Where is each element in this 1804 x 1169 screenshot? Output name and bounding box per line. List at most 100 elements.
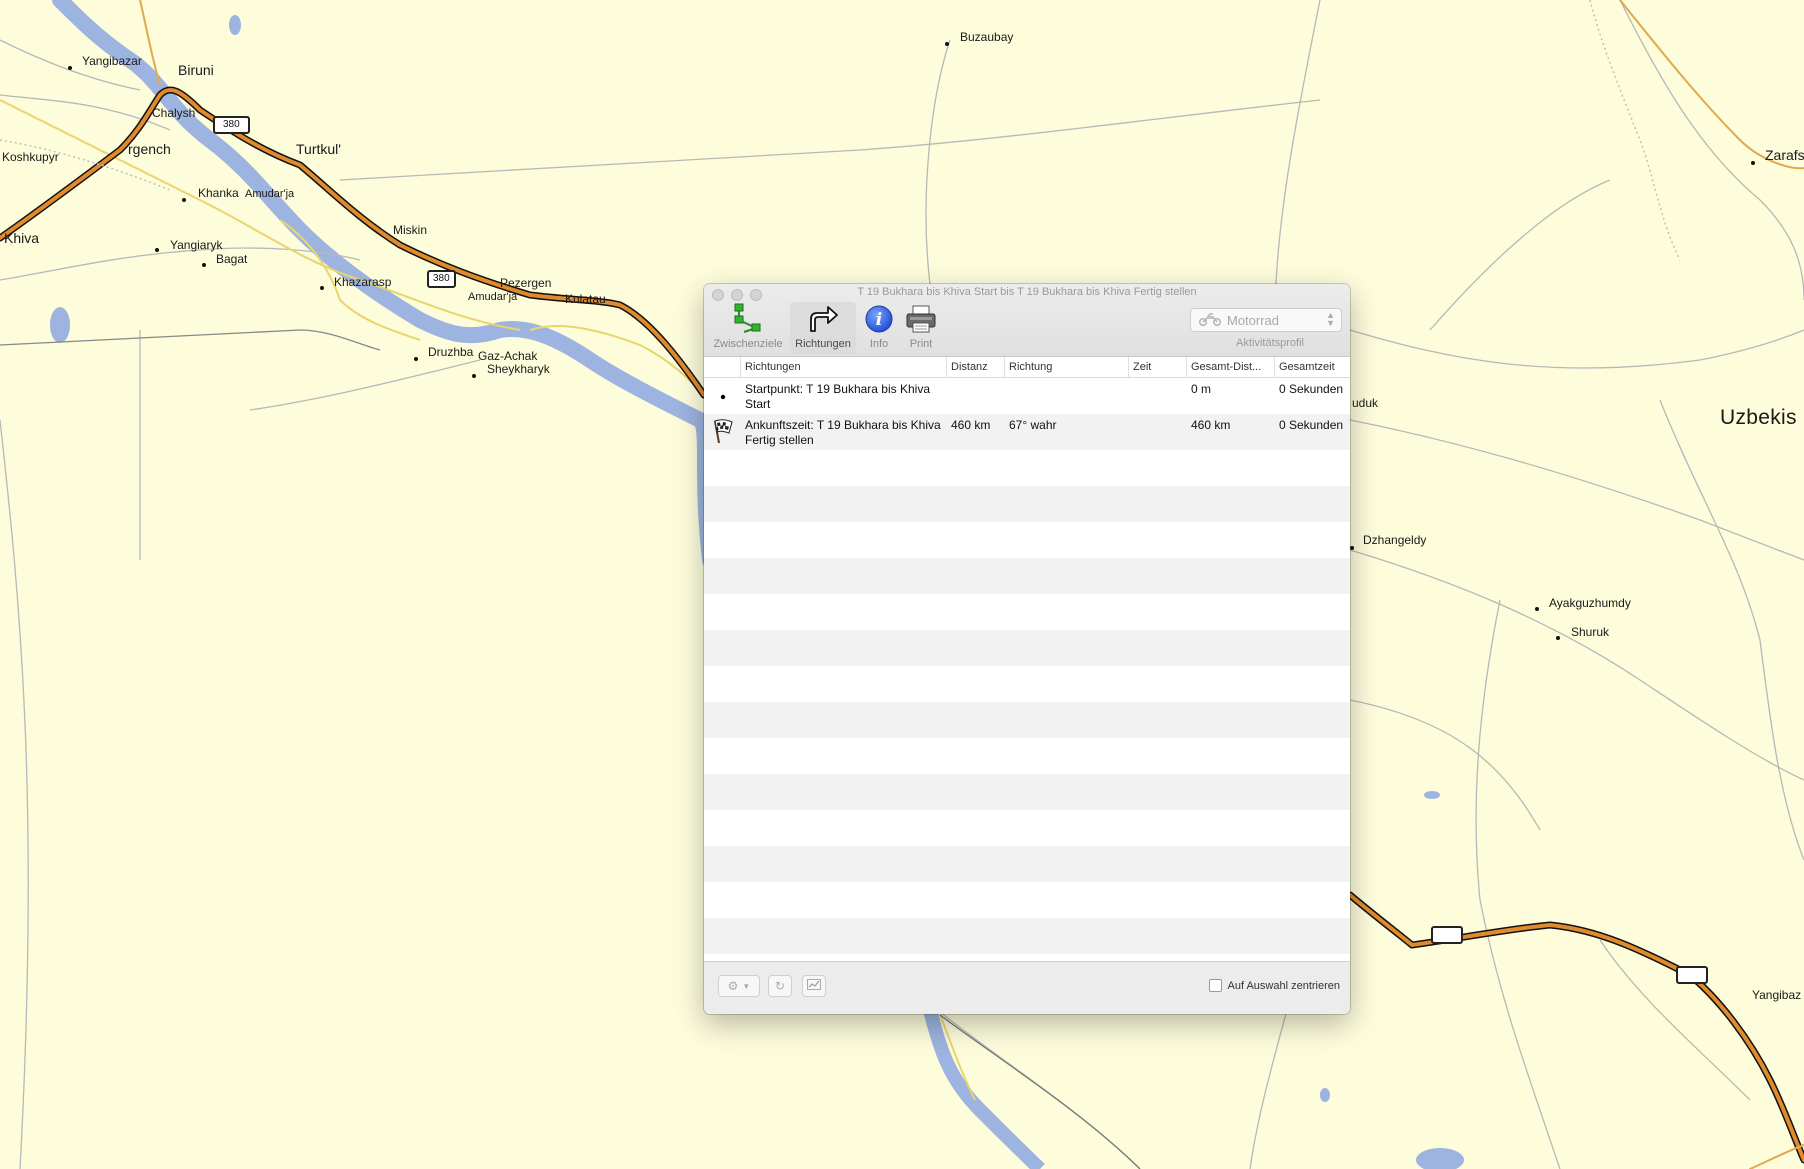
minor-road	[1349, 549, 1804, 781]
place-label-khiva[interactable]: Khiva	[4, 230, 39, 246]
refresh-icon: ↻	[774, 979, 786, 993]
column-header-total-time[interactable]: Gesamtzeit	[1275, 357, 1350, 377]
place-label-yangiaryk[interactable]: Yangiaryk	[170, 238, 222, 252]
bottom-bar: ⚙ ▼ ↻ Auf Auswahl zentrieren	[704, 961, 1350, 1014]
directions-table[interactable]: Richtungen Distanz Richtung Zeit Gesamt-…	[704, 357, 1350, 961]
place-label-koshkupyr[interactable]: Koshkupyr	[2, 150, 59, 164]
place-label-pezergen[interactable]: Pezergen	[500, 276, 551, 290]
road-shield[interactable]: 380	[213, 116, 250, 134]
empty-row	[704, 774, 1350, 810]
secondary-road	[0, 99, 521, 331]
place-label-khanka[interactable]: Khanka	[198, 186, 239, 200]
elevation-profile-button[interactable]	[802, 975, 826, 997]
lake	[229, 15, 241, 35]
city-dot	[155, 248, 159, 252]
place-label-buzaubay[interactable]: Buzaubay	[960, 30, 1013, 44]
city-dot	[1556, 636, 1560, 640]
city-dot	[1535, 607, 1539, 611]
refresh-button[interactable]: ↻	[768, 975, 792, 997]
road-orange	[1749, 1144, 1804, 1169]
column-header-time[interactable]: Zeit	[1129, 357, 1187, 377]
column-header-icon[interactable]	[704, 357, 741, 377]
place-label-druzhba[interactable]: Druzhba	[428, 345, 473, 359]
chevron-down-icon: ▼	[742, 981, 751, 991]
place-label-gaz-achak[interactable]: Gaz-Achak	[478, 349, 537, 363]
activity-profile-select[interactable]: Motorrad ▲ ▼	[1190, 308, 1342, 332]
toolbar-info-button[interactable]: i Info	[858, 302, 900, 354]
row-direction: Startpunkt: T 19 Bukhara bis Khiva Start	[745, 382, 930, 411]
minor-road	[339, 99, 1321, 181]
row-total-time: 0 Sekunden	[1279, 418, 1344, 432]
road-shield[interactable]	[1676, 966, 1708, 984]
place-label-amudarja-2[interactable]: Amudar'ja	[468, 291, 517, 303]
minor-road	[1349, 329, 1804, 369]
row-total-time: 0 Sekunden	[1279, 382, 1344, 396]
place-label-yangibazar[interactable]: Yangibazar	[82, 54, 142, 68]
place-label-khazarasp[interactable]: Khazarasp	[334, 275, 391, 289]
minor-road	[1475, 599, 1561, 1169]
place-label-uzbekis[interactable]: Uzbekis	[1720, 406, 1797, 430]
empty-row	[704, 810, 1350, 846]
road-shield[interactable]: 380	[427, 270, 456, 288]
lake	[1416, 1148, 1464, 1169]
toolbar-directions-button[interactable]: Richtungen	[790, 302, 856, 354]
lake	[1320, 1088, 1330, 1102]
motorcycle-icon	[1198, 312, 1222, 329]
place-label-uduk[interactable]: uduk	[1352, 396, 1378, 410]
city-dot	[1751, 161, 1755, 165]
toolbar-print-button[interactable]: Print	[900, 302, 942, 354]
railway	[1589, 0, 1681, 261]
toolbar-directions-label: Richtungen	[795, 338, 851, 350]
place-label-sheykharyk[interactable]: Sheykharyk	[487, 362, 550, 376]
row-heading: 67° wahr	[1009, 418, 1057, 432]
city-dot	[320, 286, 324, 290]
city-dot	[414, 357, 418, 361]
empty-row	[704, 450, 1350, 486]
activity-profile-value: Motorrad	[1227, 312, 1280, 328]
column-header-distance[interactable]: Distanz	[947, 357, 1005, 377]
minor-road	[249, 359, 481, 411]
place-label-miskin[interactable]: Miskin	[393, 223, 427, 237]
center-on-selection-toggle[interactable]: Auf Auswahl zentrieren	[1209, 979, 1340, 992]
column-header-heading[interactable]: Richtung	[1005, 357, 1129, 377]
place-label-chalysh[interactable]: Chalysh	[152, 106, 195, 120]
place-label-turtkul[interactable]: Turtkul'	[296, 141, 341, 157]
place-label-ayakguzhumdy[interactable]: Ayakguzhumdy	[1549, 596, 1631, 610]
empty-row	[704, 486, 1350, 522]
row-distance	[947, 378, 1005, 414]
center-on-selection-checkbox[interactable]	[1209, 979, 1223, 992]
toolbar-print-label: Print	[909, 338, 933, 350]
lake	[1424, 791, 1440, 799]
chart-icon	[807, 979, 821, 993]
info-icon: i	[861, 302, 897, 336]
column-header-directions[interactable]: Richtungen	[741, 357, 947, 377]
place-label-yangibaz[interactable]: Yangibaz	[1752, 988, 1801, 1002]
table-row[interactable]: Startpunkt: T 19 Bukhara bis Khiva Start…	[704, 378, 1350, 414]
empty-row	[704, 630, 1350, 666]
toolbar-info-label: Info	[869, 338, 889, 350]
road-shield[interactable]	[1431, 926, 1463, 944]
table-row[interactable]: Ankunftszeit: T 19 Bukhara bis Khiva Fer…	[704, 414, 1350, 450]
column-header-total-distance[interactable]: Gesamt-Dist...	[1187, 357, 1275, 377]
place-label-zarafs[interactable]: Zarafs	[1765, 147, 1804, 163]
turn-right-arrow-icon	[805, 302, 841, 336]
actions-menu-button[interactable]: ⚙ ▼	[718, 975, 760, 997]
center-on-selection-label: Auf Auswahl zentrieren	[1227, 979, 1340, 992]
toolbar-waypoints-button[interactable]: Zwischenziele	[710, 302, 786, 354]
minor-road	[1429, 179, 1611, 331]
place-label-dzhangeldy[interactable]: Dzhangeldy	[1363, 533, 1426, 547]
place-label-biruni[interactable]: Biruni	[178, 62, 214, 78]
empty-row	[704, 918, 1350, 954]
minor-road	[925, 39, 951, 285]
row-direction: Ankunftszeit: T 19 Bukhara bis Khiva Fer…	[745, 418, 941, 447]
city-dot	[1350, 546, 1354, 550]
place-label-amudarja-1[interactable]: Amudar'ja	[245, 188, 294, 200]
place-label-kulatau[interactable]: Kulatau	[565, 292, 606, 306]
place-label-shuruk[interactable]: Shuruk	[1571, 625, 1609, 639]
place-label-urgench[interactable]: rgench	[128, 141, 171, 157]
row-time	[1129, 378, 1187, 414]
window-titlebar[interactable]: T 19 Bukhara bis Khiva Start bis T 19 Bu…	[704, 284, 1350, 357]
empty-row	[704, 738, 1350, 774]
place-label-bagat[interactable]: Bagat	[216, 252, 247, 266]
chevron-up-down-icon: ▲ ▼	[1326, 310, 1335, 328]
